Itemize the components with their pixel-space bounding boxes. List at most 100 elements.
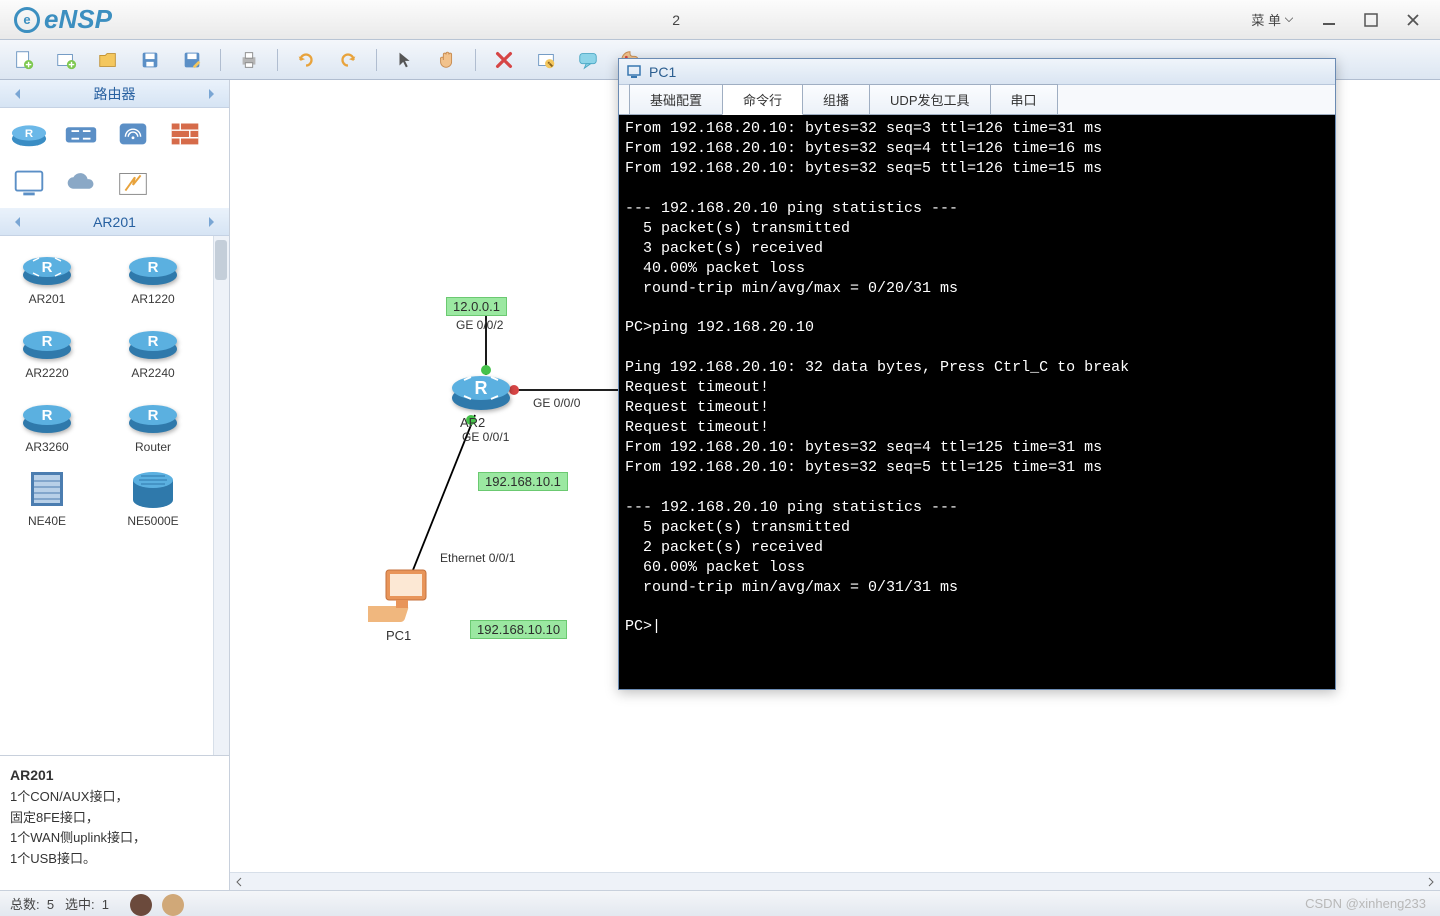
device-item[interactable]: RAR201 xyxy=(12,244,82,306)
annotation-button[interactable] xyxy=(574,46,602,74)
new-topo-button[interactable] xyxy=(52,46,80,74)
model-header[interactable]: AR201 xyxy=(0,208,229,236)
svg-text:R: R xyxy=(25,128,33,140)
tab-serial[interactable]: 串口 xyxy=(990,84,1058,114)
maximize-button[interactable] xyxy=(1354,8,1388,32)
info-line: 1个WAN侧uplink接口， xyxy=(10,830,146,845)
scrollbar-track[interactable] xyxy=(213,236,229,755)
device-label: AR3260 xyxy=(25,440,68,454)
separator xyxy=(277,49,278,71)
port-label: GE 0/0/0 xyxy=(533,396,580,410)
svg-text:R: R xyxy=(148,407,159,424)
scroll-right-icon[interactable] xyxy=(1422,874,1440,890)
router-category-icon[interactable]: R xyxy=(10,116,48,150)
device-label: AR1220 xyxy=(131,292,174,306)
device-label: AR2240 xyxy=(131,366,174,380)
svg-text:R: R xyxy=(42,333,53,350)
pc1-window[interactable]: PC1 基础配置 命令行 组播 UDP发包工具 串口 From 192.168.… xyxy=(618,58,1336,690)
svg-text:R: R xyxy=(42,407,53,424)
category-header[interactable]: 路由器 xyxy=(0,80,229,108)
ip-label[interactable]: 192.168.10.1 xyxy=(478,472,568,491)
menu-button[interactable]: 菜 单 xyxy=(1240,7,1304,32)
tab-cli[interactable]: 命令行 xyxy=(722,84,803,115)
separator xyxy=(220,49,221,71)
credentials-button[interactable] xyxy=(532,46,560,74)
device-item[interactable]: NE40E xyxy=(12,466,82,528)
menu-label: 菜 单 xyxy=(1251,10,1281,29)
pc1-tabs: 基础配置 命令行 组播 UDP发包工具 串口 xyxy=(619,85,1335,115)
node-label: AR2 xyxy=(460,415,485,430)
port-label: GE 0/0/1 xyxy=(462,430,509,444)
device-info-panel: AR201 1个CON/AUX接口， 固定8FE接口， 1个WAN侧uplink… xyxy=(0,755,229,890)
device-item[interactable]: R AR1220 xyxy=(118,244,188,306)
pc-category-icon[interactable] xyxy=(10,166,48,200)
device-item[interactable]: R AR2240 xyxy=(118,318,188,380)
minimize-button[interactable] xyxy=(1312,8,1346,32)
window-controls: 菜 单 xyxy=(1240,7,1440,32)
scroll-left-icon[interactable] xyxy=(230,874,248,890)
device-item[interactable]: R AR3260 xyxy=(12,392,82,454)
category-title: 路由器 xyxy=(94,84,136,104)
device-sidebar: 路由器 R AR201 RAR201 RAR1220 RAR2220 RAR22… xyxy=(0,80,230,890)
terminal-output[interactable]: From 192.168.20.10: bytes=32 seq=3 ttl=1… xyxy=(619,115,1335,689)
avatar-icon xyxy=(162,894,184,916)
port-label: Ethernet 0/0/1 xyxy=(440,551,515,565)
pan-tool-button[interactable] xyxy=(433,46,461,74)
category-icons-row1: R xyxy=(0,108,229,158)
device-label: Router xyxy=(135,440,171,454)
avatar-icon xyxy=(130,894,152,916)
horizontal-scrollbar[interactable] xyxy=(230,872,1440,890)
status-bar: 总数: 5 选中: 1 CSDN @xinheng233 xyxy=(0,890,1440,916)
tab-basic-config[interactable]: 基础配置 xyxy=(629,84,723,114)
save-as-button[interactable] xyxy=(178,46,206,74)
watermark: CSDN @xinheng233 xyxy=(1305,896,1440,911)
svg-text:R: R xyxy=(148,333,159,350)
switch-category-icon[interactable] xyxy=(62,116,100,150)
info-title: AR201 xyxy=(10,767,54,783)
save-button[interactable] xyxy=(136,46,164,74)
pc1-title: PC1 xyxy=(649,64,676,80)
port-label: GE 0/0/2 xyxy=(456,318,503,332)
open-button[interactable] xyxy=(94,46,122,74)
selected-value: 1 xyxy=(102,897,109,912)
info-line: 固定8FE接口， xyxy=(10,810,99,825)
svg-text:R: R xyxy=(475,378,488,398)
app-logo: e eNSP xyxy=(0,4,112,35)
document-title: 2 xyxy=(112,12,1240,28)
device-label: AR201 xyxy=(29,292,66,306)
wlan-category-icon[interactable] xyxy=(114,116,152,150)
device-item[interactable]: R Router xyxy=(118,392,188,454)
title-bar: e eNSP 2 菜 单 xyxy=(0,0,1440,40)
redo-button[interactable] xyxy=(334,46,362,74)
separator xyxy=(475,49,476,71)
print-button[interactable] xyxy=(235,46,263,74)
taskbar-avatars xyxy=(130,894,184,916)
device-item[interactable]: NE5000E xyxy=(118,466,188,528)
cloud-category-icon[interactable] xyxy=(62,166,100,200)
delete-button[interactable] xyxy=(490,46,518,74)
pc-node[interactable] xyxy=(368,566,436,626)
model-title: AR201 xyxy=(93,214,136,230)
device-item[interactable]: R AR2220 xyxy=(12,318,82,380)
tab-multicast[interactable]: 组播 xyxy=(802,84,870,114)
category-icons-row2 xyxy=(0,158,229,208)
connection-category-icon[interactable] xyxy=(114,166,152,200)
ip-label[interactable]: 12.0.0.1 xyxy=(446,297,507,316)
ip-label[interactable]: 192.168.10.10 xyxy=(470,620,567,639)
selected-label: 选中: xyxy=(65,897,95,912)
undo-button[interactable] xyxy=(292,46,320,74)
device-label: AR2220 xyxy=(25,366,68,380)
device-grid: RAR201 RAR1220 RAR2220 RAR2240 RAR3260 R… xyxy=(0,236,229,755)
router-node[interactable]: R xyxy=(450,362,512,412)
device-label: NE40E xyxy=(28,514,66,528)
firewall-category-icon[interactable] xyxy=(166,116,204,150)
pc1-title-bar[interactable]: PC1 xyxy=(619,59,1335,85)
tab-udp-tool[interactable]: UDP发包工具 xyxy=(869,84,990,114)
pointer-tool-button[interactable] xyxy=(391,46,419,74)
new-file-button[interactable] xyxy=(10,46,38,74)
close-button[interactable] xyxy=(1396,8,1430,32)
total-label: 总数: xyxy=(10,897,40,912)
pc-icon xyxy=(627,64,643,80)
scrollbar-thumb[interactable] xyxy=(215,240,227,280)
svg-text:R: R xyxy=(148,259,159,276)
